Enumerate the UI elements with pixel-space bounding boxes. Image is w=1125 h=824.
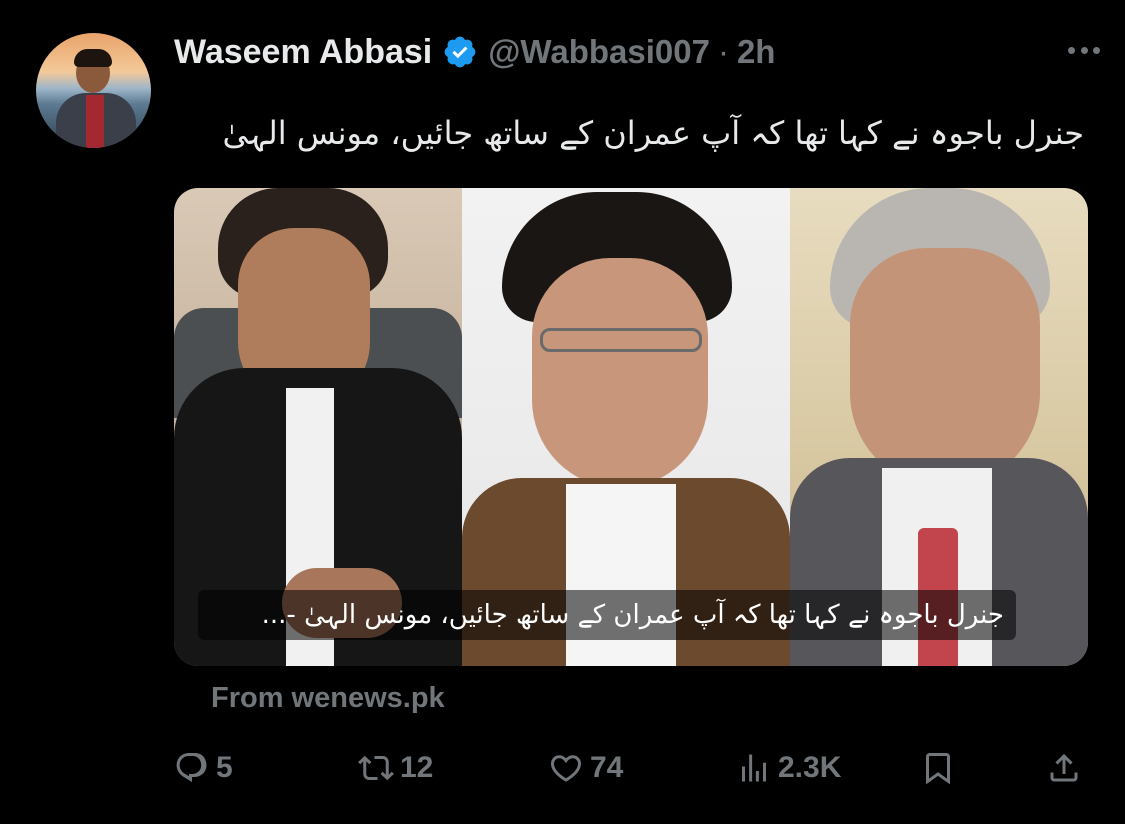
link-source[interactable]: From wenews.pk [211,682,445,715]
more-options-icon[interactable] [1068,40,1100,60]
more-dot [1080,46,1088,54]
heart-icon [550,755,582,782]
glasses [540,328,702,352]
bookmark-button[interactable] [920,744,956,792]
face [850,248,1040,488]
retweet-icon [358,755,394,781]
views-icon [742,754,766,782]
like-count: 74 [590,751,624,784]
media-caption: جنرل باجوہ نے کہا تھا کہ آپ عمران کے سات… [261,600,1004,630]
separator-dot: · [717,33,729,70]
verified-badge-icon[interactable] [442,34,478,70]
bookmark-icon [926,753,950,785]
author-display-name[interactable]: Waseem Abbasi [174,33,432,72]
reply-count: 5 [216,751,233,784]
author-handle[interactable]: @Wabbasi007 [488,33,710,71]
reply-button[interactable]: 5 [174,744,233,792]
reply-icon [176,753,207,783]
tweet-header: Waseem Abbasi @Wabbasi007 · 2h [174,30,775,74]
tweet-timestamp[interactable]: 2h [737,33,776,71]
avatar-shirt [86,95,104,148]
avatar[interactable] [36,33,151,148]
tweet-text: جنرل باجوہ نے کہا تھا کہ آپ عمران کے سات… [222,114,1084,152]
retweet-button[interactable]: 12 [358,744,433,792]
like-button[interactable]: 74 [548,744,623,792]
views-button[interactable]: 2.3K [736,744,841,792]
retweet-count: 12 [400,751,434,784]
share-icon [1050,753,1078,782]
face [532,258,708,488]
media-card[interactable]: جنرل باجوہ نے کہا تھا کہ آپ عمران کے سات… [174,188,1088,666]
views-count: 2.3K [778,751,842,784]
more-dot [1093,46,1100,54]
share-button[interactable] [1046,744,1082,792]
more-dot [1068,46,1075,54]
media-caption-bar: جنرل باجوہ نے کہا تھا کہ آپ عمران کے سات… [198,590,1016,640]
action-bar: 5 12 74 2.3K [0,744,1125,792]
avatar-hair [74,49,112,67]
